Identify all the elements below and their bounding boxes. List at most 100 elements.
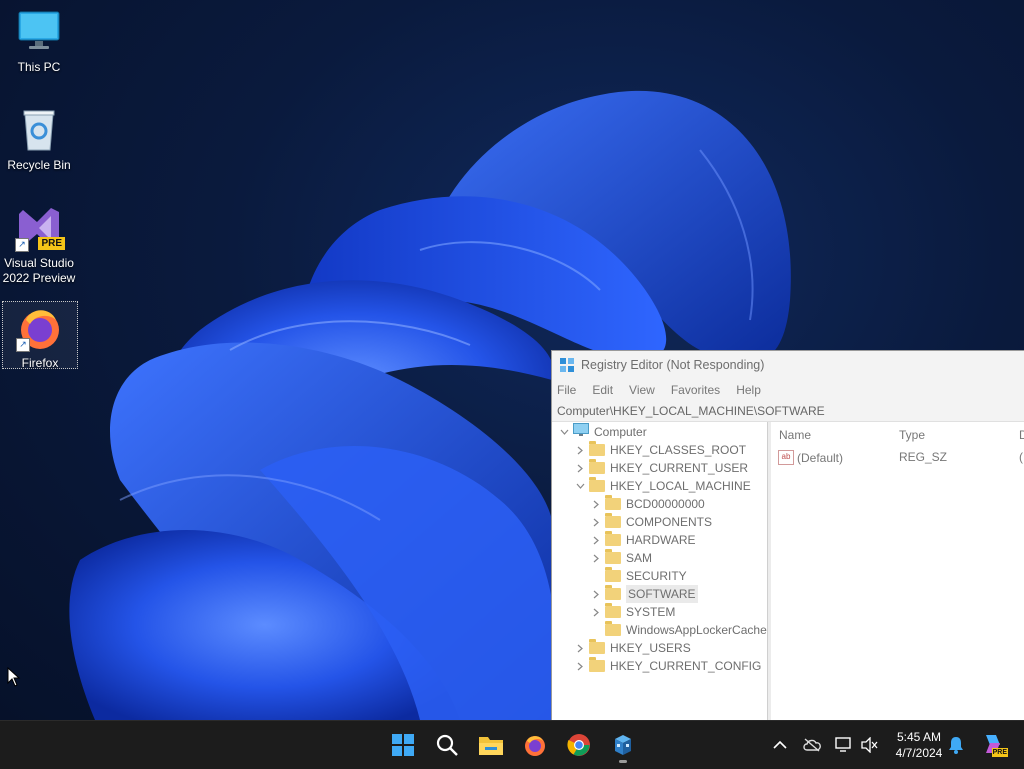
chevron-right-icon[interactable] <box>590 549 602 567</box>
taskbar: 5:45 AM 4/7/2024 PRE <box>0 720 1024 769</box>
value-data: ( <box>1019 450 1023 464</box>
column-header-type[interactable]: Type <box>899 428 925 442</box>
tree-node-label: HKEY_CLASSES_ROOT <box>610 443 747 457</box>
folder-icon <box>589 441 605 456</box>
tree-node-label: SYSTEM <box>626 605 676 619</box>
menu-help[interactable]: Help <box>736 383 761 397</box>
volume-muted-icon[interactable] <box>859 735 879 755</box>
folder-icon <box>589 657 605 672</box>
chevron-right-icon[interactable] <box>590 513 602 531</box>
pre-badge: PRE <box>991 748 1008 757</box>
menu-favorites[interactable]: Favorites <box>671 383 720 397</box>
tree-node[interactable]: SOFTWARE <box>590 585 698 603</box>
tree-node[interactable]: HKEY_CURRENT_USER <box>574 459 748 477</box>
tree-node[interactable]: SYSTEM <box>590 603 675 621</box>
chrome-icon[interactable] <box>565 731 593 759</box>
clock-date: 4/7/2024 <box>895 746 943 760</box>
tree-node[interactable]: HARDWARE <box>590 531 696 549</box>
registry-values-pane[interactable]: Name Type D ab (Default) REG_SZ ( <box>772 422 1024 720</box>
value-name: (Default) <box>797 450 844 465</box>
tree-node[interactable]: HKEY_CURRENT_CONFIG <box>574 657 761 675</box>
column-header-name[interactable]: Name <box>779 428 811 442</box>
computer-icon <box>573 422 589 442</box>
chevron-down-icon[interactable] <box>574 477 586 495</box>
tree-node-label: HKEY_CURRENT_CONFIG <box>610 659 762 673</box>
chevron-right-icon[interactable] <box>574 657 586 675</box>
tree-node[interactable]: WindowsAppLockerCache <box>590 621 767 639</box>
string-value-icon: ab <box>778 450 794 465</box>
search-icon[interactable] <box>433 731 461 759</box>
value-type: REG_SZ <box>899 450 948 464</box>
folder-icon <box>605 549 621 564</box>
clock[interactable]: 5:45 AM 4/7/2024 <box>886 729 952 761</box>
tree-node[interactable]: BCD00000000 <box>590 495 705 513</box>
onedrive-icon[interactable] <box>802 735 822 755</box>
folder-icon <box>589 477 605 492</box>
tree-node[interactable]: HKEY_USERS <box>574 639 691 657</box>
firefox-icon: ↗ <box>16 304 64 352</box>
desktop-icon-visual-studio[interactable]: PRE ↗ Visual Studio 2022 Preview <box>2 204 76 286</box>
copilot-icon[interactable]: PRE <box>981 732 1008 757</box>
registry-editor-icon[interactable] <box>609 731 637 759</box>
folder-icon <box>605 495 621 510</box>
folder-icon <box>605 567 621 582</box>
running-indicator <box>619 760 627 763</box>
mouse-cursor-icon <box>7 667 21 687</box>
tree-node-label: HKEY_CURRENT_USER <box>610 461 749 475</box>
menu-edit[interactable]: Edit <box>592 383 613 397</box>
folder-icon <box>605 531 621 546</box>
firefox-icon[interactable] <box>521 731 549 759</box>
chevron-right-icon[interactable] <box>574 441 586 459</box>
folder-icon <box>589 639 605 654</box>
tree-node-label: SAM <box>626 551 653 565</box>
desktop-icon-firefox[interactable]: ↗ Firefox <box>2 301 78 370</box>
chevron-up-icon[interactable] <box>770 735 790 755</box>
folder-icon <box>605 513 621 528</box>
start-icon[interactable] <box>389 731 417 759</box>
chevron-right-icon[interactable] <box>590 603 602 621</box>
menu-bar: File Edit View Favorites Help <box>552 379 1024 401</box>
registry-editor-icon <box>560 358 574 372</box>
menu-view[interactable]: View <box>629 383 655 397</box>
pre-badge: PRE <box>38 237 65 250</box>
monitor-icon <box>15 8 63 56</box>
window-titlebar[interactable]: Registry Editor (Not Responding) <box>552 351 1024 379</box>
menu-file[interactable]: File <box>557 383 576 397</box>
chevron-right-icon[interactable] <box>574 639 586 657</box>
chevron-down-icon[interactable] <box>558 423 570 441</box>
tree-node[interactable]: HKEY_CLASSES_ROOT <box>574 441 746 459</box>
tree-node-label: SECURITY <box>626 569 687 583</box>
tree-node-label: HKEY_USERS <box>610 641 691 655</box>
desktop[interactable]: This PC Recycle Bin PRE ↗ Visual Studio … <box>0 0 1024 720</box>
shortcut-arrow-icon: ↗ <box>15 238 29 252</box>
value-row[interactable]: ab (Default) <box>778 450 1018 465</box>
pane-splitter[interactable] <box>768 422 771 720</box>
tree-node[interactable]: COMPONENTS <box>590 513 712 531</box>
file-explorer-icon[interactable] <box>477 731 505 759</box>
window-title: Registry Editor (Not Responding) <box>581 358 765 372</box>
address-bar[interactable]: Computer\HKEY_LOCAL_MACHINE\SOFTWARE <box>552 401 1024 422</box>
tree-node[interactable]: Computer <box>558 422 647 442</box>
registry-editor-window[interactable]: Registry Editor (Not Responding) File Ed… <box>551 350 1024 720</box>
visual-studio-icon: PRE ↗ <box>15 204 65 252</box>
tree-node[interactable]: SAM <box>590 549 652 567</box>
recycle-bin-icon <box>15 106 63 154</box>
tree-node[interactable]: HKEY_LOCAL_MACHINE <box>574 477 751 495</box>
chevron-right-icon[interactable] <box>574 459 586 477</box>
tree-node[interactable]: SECURITY <box>590 567 687 585</box>
folder-icon <box>605 603 621 618</box>
chevron-right-icon[interactable] <box>590 585 602 603</box>
notification-bell-icon[interactable] <box>946 735 966 755</box>
desktop-icon-this-pc[interactable]: This PC <box>2 8 76 75</box>
desktop-icon-label: Recycle Bin <box>7 158 71 172</box>
chevron-right-icon[interactable] <box>590 495 602 513</box>
desktop-icon-label: This PC <box>17 60 61 74</box>
desktop-icon-recycle-bin[interactable]: Recycle Bin <box>2 106 76 173</box>
tree-node-label: WindowsAppLockerCache <box>626 623 767 637</box>
column-header-data[interactable]: D <box>1019 428 1024 442</box>
registry-tree-pane[interactable]: Computer HKEY_CLASSES_ROOT HKEY_CURRENT_US… <box>552 422 768 720</box>
desktop-icon-label: Firefox <box>21 356 59 370</box>
chevron-right-icon[interactable] <box>590 531 602 549</box>
network-icon[interactable] <box>834 735 854 755</box>
